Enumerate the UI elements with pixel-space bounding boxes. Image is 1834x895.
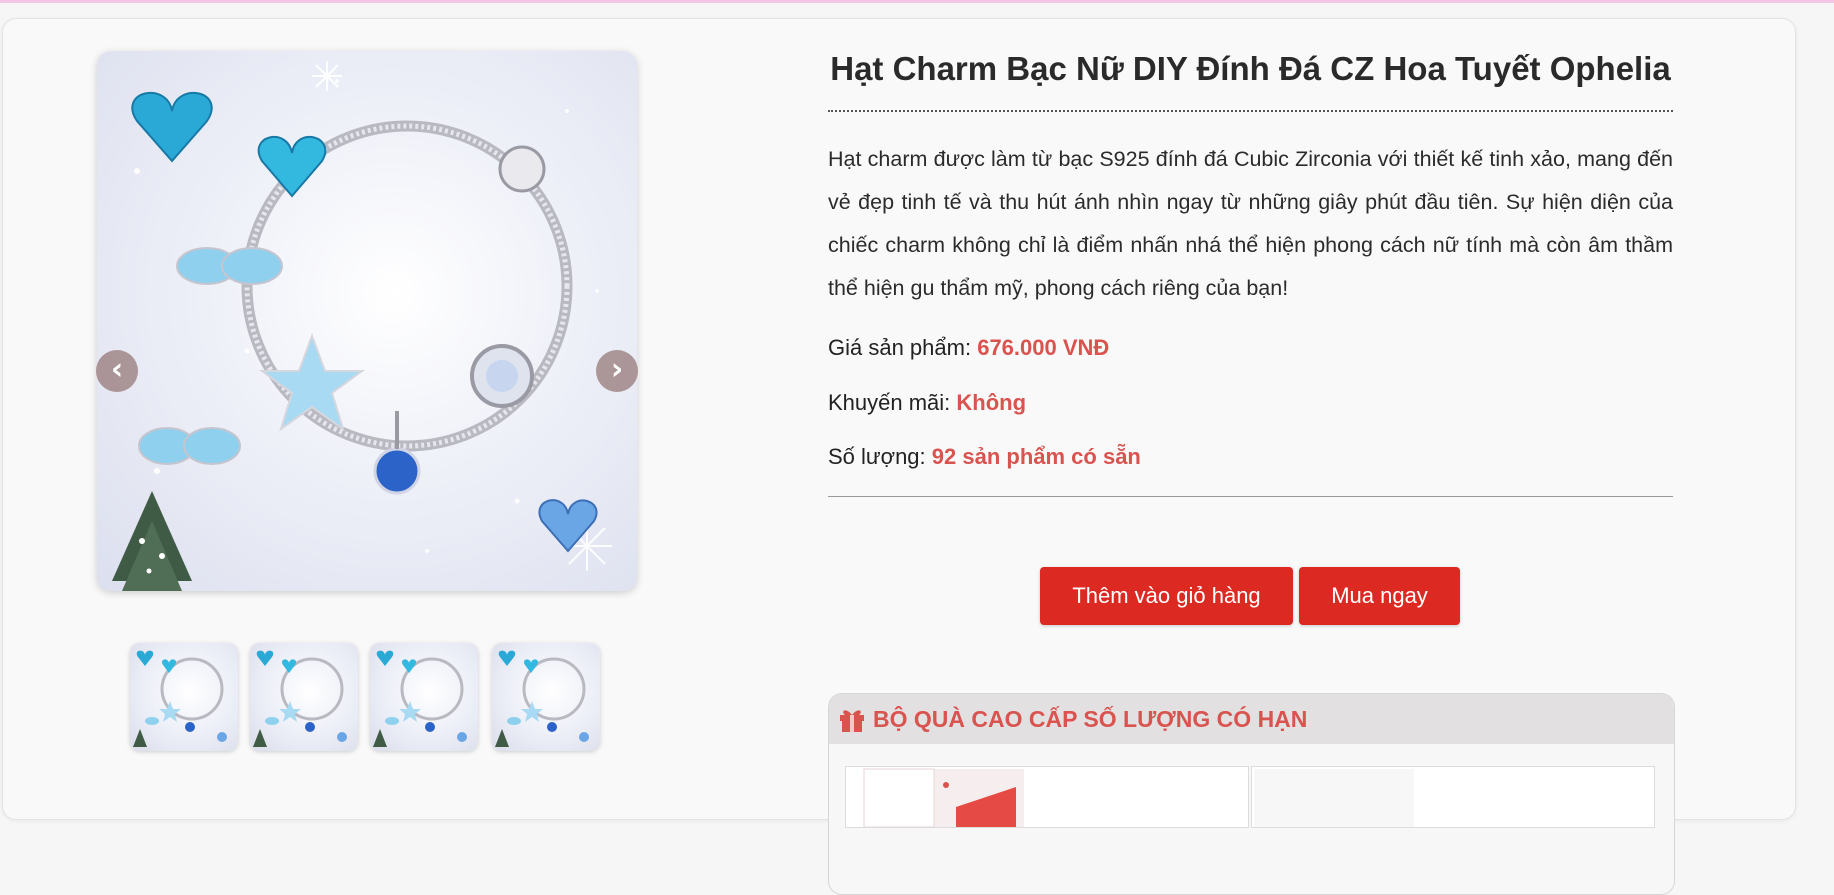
price-row: Giá sản phẩm: 676.000 VNĐ [828,335,1109,361]
promo-label: Khuyến mãi: [828,390,951,415]
product-description: Hạt charm được làm từ bạc S925 đính đá C… [828,147,1673,300]
top-accent-line [0,0,1834,3]
gift-heading: BỘ QUÀ CAO CẤP SỐ LƯỢNG CÓ HẠN [873,705,1308,732]
product-title: Hạt Charm Bạc Nữ DIY Đính Đá CZ Hoa Tuyế… [830,50,1671,87]
gift-header: BỘ QUÀ CAO CẤP SỐ LƯỢNG CÓ HẠN [829,694,1674,744]
promo-value: Không [956,390,1027,415]
promo-row: Khuyến mãi: Không [828,390,1026,416]
buy-now-button[interactable]: Mua ngay [1299,567,1460,625]
thumbnail-image[interactable] [130,643,238,751]
product-main-image[interactable] [97,51,637,591]
gift-item[interactable] [845,766,1249,828]
bracelet-illustration [112,61,612,591]
thumbnail-image[interactable] [492,643,600,751]
quantity-row: Số lượng: 92 sản phẩm có sẵn [828,444,1141,470]
thumbnail-image[interactable] [250,643,358,751]
chevron-left-icon[interactable]: ‹ [96,350,138,392]
price-label: Giá sản phẩm: [828,335,972,360]
thumbnail-bracelet-image [495,650,589,747]
title-divider [828,110,1673,112]
thumbnail-bracelet-image [133,650,227,747]
gift-icon [840,710,864,732]
quantity-value: 92 sản phẩm có sẵn [931,444,1141,469]
thumbnail-bracelet-image [253,650,347,747]
gift-box-image [863,768,1024,828]
thumbnail-image[interactable] [370,643,478,751]
add-to-cart-button[interactable]: Thêm vào giỏ hàng [1040,567,1293,625]
quantity-label: Số lượng: [828,444,926,469]
info-divider [828,496,1673,497]
thumbnail-strip [130,643,610,751]
gift-section: BỘ QUÀ CAO CẤP SỐ LƯỢNG CÓ HẠN [828,693,1675,895]
gift-box-image [1254,769,1414,827]
thumbnail-bracelet-image [373,650,467,747]
price-value: 676.000 VNĐ [977,335,1110,360]
chevron-right-icon[interactable]: › [596,350,638,392]
gift-item[interactable] [1251,766,1655,828]
